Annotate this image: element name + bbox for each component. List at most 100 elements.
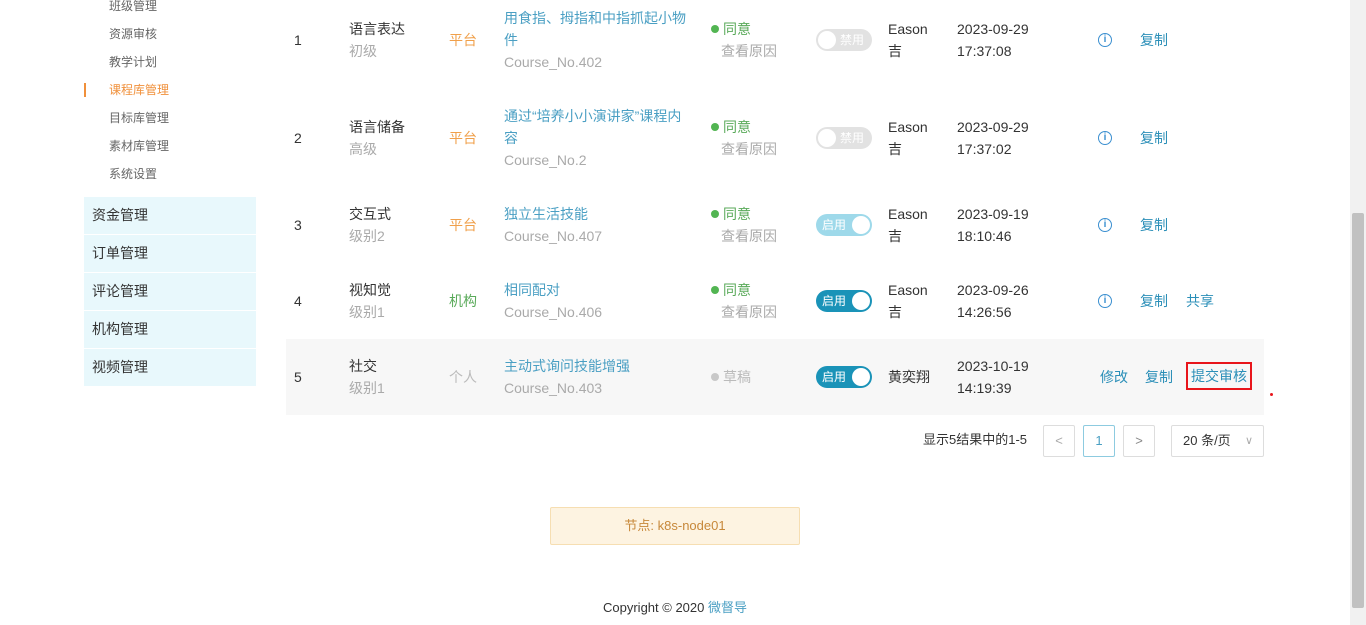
main-menu-list: 资金管理 订单管理 评论管理 机构管理 视频管理	[84, 197, 256, 387]
menu-item-comments[interactable]: 评论管理	[84, 273, 256, 310]
copyright-text: Copyright © 2020	[603, 600, 708, 615]
course-level: 级别1	[349, 380, 385, 396]
course-level: 初级	[349, 43, 377, 59]
course-level: 高级	[349, 141, 377, 157]
menu-item-funds[interactable]: 资金管理	[84, 197, 256, 234]
enable-toggle[interactable]: 禁用	[816, 29, 872, 51]
copy-button[interactable]: 复制	[1140, 29, 1168, 51]
scrollbar-thumb[interactable]	[1352, 213, 1364, 608]
created-time: 14:26:56	[957, 304, 1012, 320]
status-badge: 同意	[711, 279, 751, 301]
course-code: Course_No.406	[504, 304, 603, 320]
created-date: 2023-09-19	[957, 206, 1029, 222]
scrollbar[interactable]	[1350, 0, 1366, 625]
enable-toggle[interactable]: 启用	[816, 290, 872, 312]
created-date: 2023-09-29	[957, 21, 1029, 37]
view-reason-link[interactable]: 查看原因	[721, 225, 777, 247]
enable-toggle[interactable]: 启用	[816, 366, 872, 388]
created-time: 14:19:39	[957, 380, 1012, 396]
copy-button[interactable]: 复制	[1140, 214, 1168, 236]
author-name-cont: 吉	[888, 43, 902, 59]
course-title-link[interactable]: 独立生活技能	[504, 203, 588, 225]
node-info-badge: 节点: k8s-node01	[550, 507, 800, 545]
row-number: 2	[294, 130, 302, 146]
status-dot-icon	[711, 373, 719, 381]
course-code: Course_No.402	[504, 54, 603, 70]
menu-item-videos[interactable]: 视频管理	[84, 349, 256, 386]
toggle-knob	[818, 129, 836, 147]
course-type: 语言储备	[349, 119, 405, 135]
course-code: Course_No.2	[504, 152, 587, 168]
course-type: 语言表达	[349, 21, 405, 37]
status-badge: 草稿	[711, 366, 751, 388]
course-source: 平台	[449, 217, 477, 233]
sidebar-item-resource-review[interactable]: 资源审核	[84, 20, 256, 48]
copy-button[interactable]: 复制	[1145, 366, 1173, 388]
status-badge: 同意	[711, 18, 751, 40]
view-reason-link[interactable]: 查看原因	[721, 40, 777, 62]
sub-menu-list: 班级管理 资源审核 教学计划 课程库管理 目标库管理 素材库管理 系统设置	[84, 0, 256, 188]
footer: Copyright © 2020 微督导	[0, 597, 1350, 616]
course-type: 视知觉	[349, 282, 391, 298]
course-title-link[interactable]: 用食指、拇指和中指抓起小物件	[504, 7, 694, 51]
copy-button[interactable]: 复制	[1140, 127, 1168, 149]
toggle-knob	[852, 216, 870, 234]
sidebar-item-goal-library[interactable]: 目标库管理	[84, 104, 256, 132]
status-dot-icon	[711, 286, 719, 294]
table-row: 1 语言表达 初级 平台 用食指、拇指和中指抓起小物件 Course_No.40…	[286, 0, 1264, 98]
toggle-knob	[818, 31, 836, 49]
edit-button[interactable]: 修改	[1100, 366, 1128, 388]
info-icon[interactable]: i	[1098, 131, 1112, 145]
info-icon[interactable]: i	[1098, 294, 1112, 308]
author-name-cont: 吉	[888, 304, 902, 320]
author-name: Eason	[888, 119, 928, 135]
created-date: 2023-09-26	[957, 282, 1029, 298]
toggle-knob	[852, 292, 870, 310]
status-badge: 同意	[711, 116, 751, 138]
prev-page-button[interactable]: <	[1043, 425, 1075, 457]
author-name: Eason	[888, 206, 928, 222]
sidebar-item-teaching-plan[interactable]: 教学计划	[84, 48, 256, 76]
course-title-link[interactable]: 通过“培养小小演讲家”课程内容	[504, 105, 694, 149]
share-button[interactable]: 共享	[1186, 290, 1214, 312]
course-title-link[interactable]: 相同配对	[504, 279, 560, 301]
course-level: 级别1	[349, 304, 385, 320]
sidebar-item-course-library[interactable]: 课程库管理	[84, 76, 256, 104]
enable-toggle[interactable]: 禁用	[816, 127, 872, 149]
sidebar-item-class-management[interactable]: 班级管理	[84, 0, 256, 20]
author-name: Eason	[888, 21, 928, 37]
page-1-button[interactable]: 1	[1083, 425, 1115, 457]
sidebar-item-system-settings[interactable]: 系统设置	[84, 160, 256, 188]
sidebar-item-material-library[interactable]: 素材库管理	[84, 132, 256, 160]
next-page-button[interactable]: >	[1123, 425, 1155, 457]
author-name: Eason	[888, 282, 928, 298]
brand-link[interactable]: 微督导	[708, 600, 747, 615]
table-row: 2 语言储备 高级 平台 通过“培养小小演讲家”课程内容 Course_No.2…	[286, 98, 1264, 196]
toggle-knob	[852, 368, 870, 386]
status-badge: 同意	[711, 203, 751, 225]
course-source: 个人	[449, 369, 477, 385]
author-name-cont: 吉	[888, 228, 902, 244]
info-icon[interactable]: i	[1098, 33, 1112, 47]
status-dot-icon	[711, 123, 719, 131]
chevron-down-icon: ∨	[1244, 435, 1253, 447]
submit-review-button[interactable]: 提交审核	[1186, 362, 1252, 390]
enable-toggle[interactable]: 启用	[816, 214, 872, 236]
course-source: 平台	[449, 130, 477, 146]
table-row: 3 交互式 级别2 平台 独立生活技能 Course_No.407 同意 查看原…	[286, 196, 1264, 262]
created-time: 18:10:46	[957, 228, 1012, 244]
view-reason-link[interactable]: 查看原因	[721, 301, 777, 323]
row-number: 4	[294, 293, 302, 309]
copy-button[interactable]: 复制	[1140, 290, 1168, 312]
menu-item-institutions[interactable]: 机构管理	[84, 311, 256, 348]
table-row: 4 视知觉 级别1 机构 相同配对 Course_No.406 同意 查看原因 …	[286, 262, 1264, 339]
course-type: 交互式	[349, 206, 391, 222]
row-number: 3	[294, 217, 302, 233]
created-time: 17:37:02	[957, 141, 1012, 157]
course-title-link[interactable]: 主动式询问技能增强	[504, 355, 630, 377]
page-size-select[interactable]: 20 条/页 ∨	[1171, 425, 1264, 457]
view-reason-link[interactable]: 查看原因	[721, 138, 777, 160]
menu-item-orders[interactable]: 订单管理	[84, 235, 256, 272]
row-number: 5	[294, 369, 302, 385]
info-icon[interactable]: i	[1098, 218, 1112, 232]
